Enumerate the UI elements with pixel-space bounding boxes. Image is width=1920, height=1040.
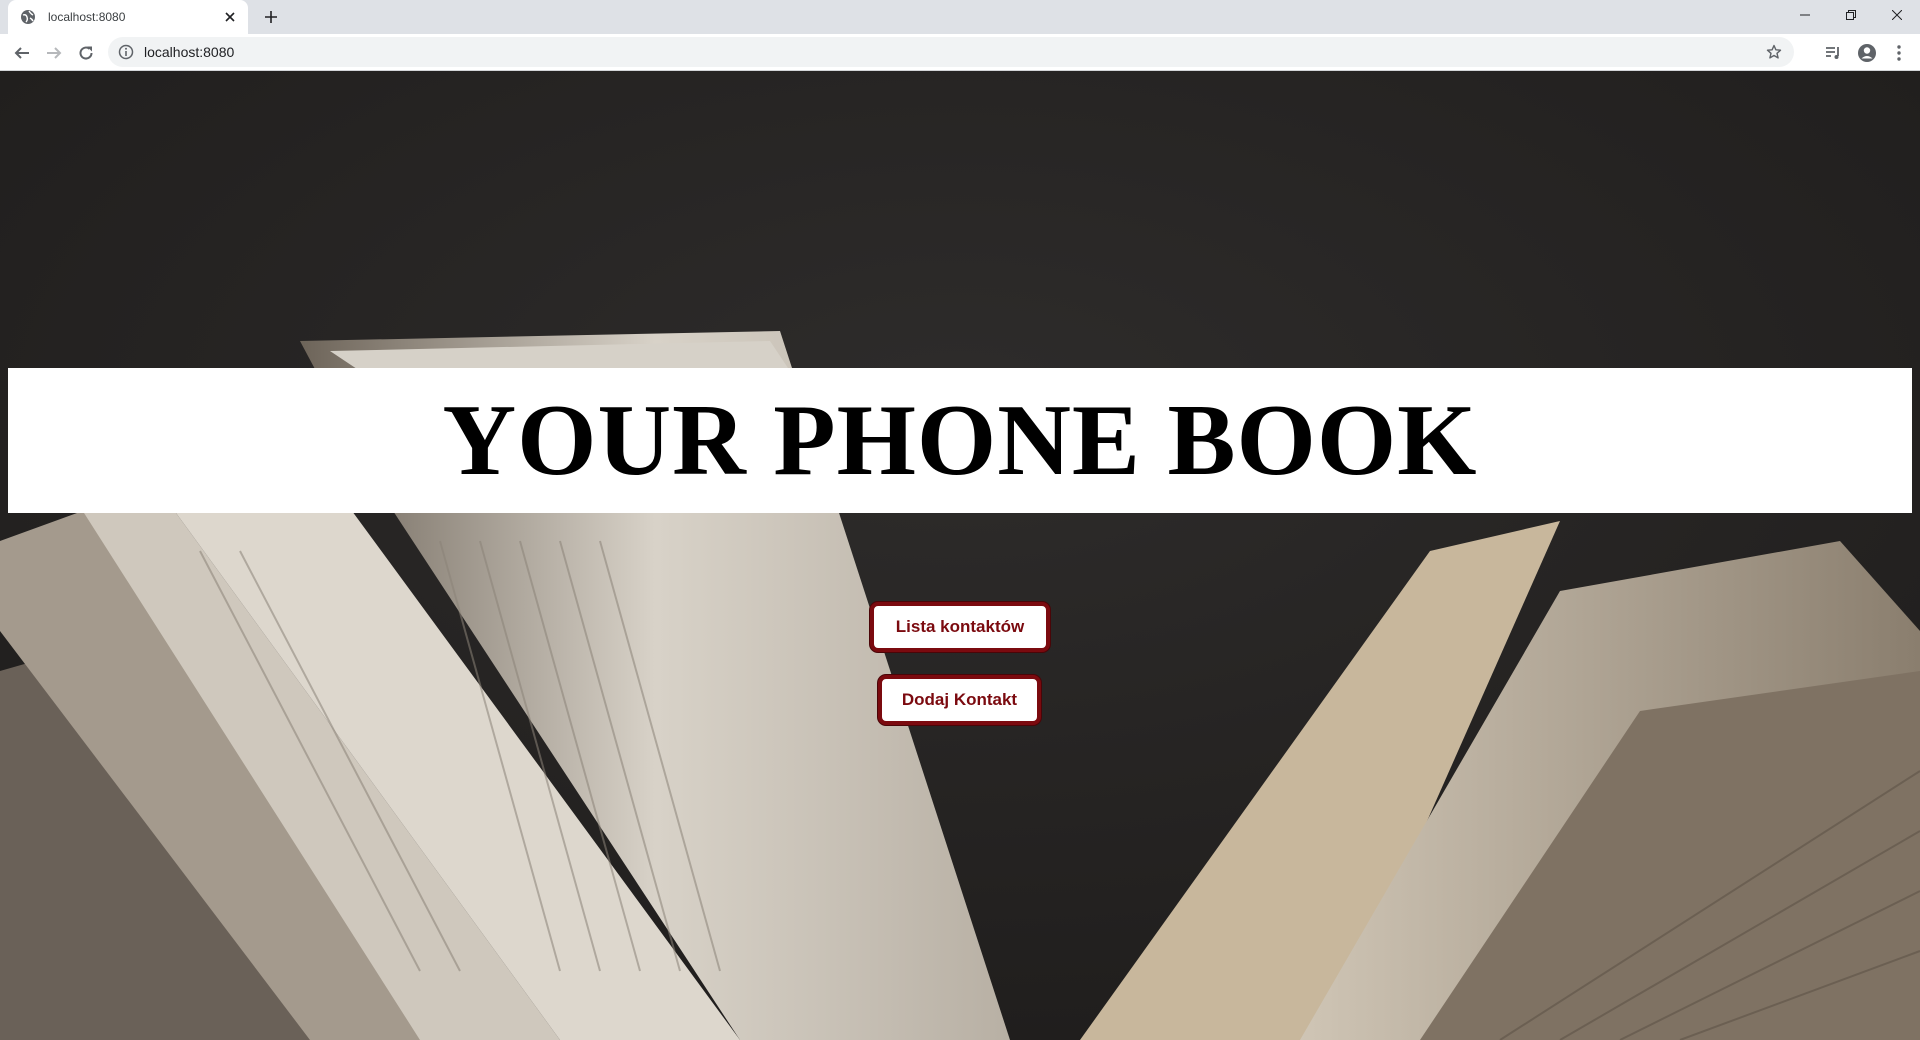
url-text: localhost:8080	[144, 44, 235, 60]
page-title: YOUR PHONE BOOK	[442, 383, 1478, 497]
browser-tab[interactable]: localhost:8080	[8, 0, 248, 34]
profile-icon[interactable]	[1856, 42, 1878, 64]
page-viewport: YOUR PHONE BOOK Lista kontaktów Dodaj Ko…	[0, 71, 1920, 1040]
globe-icon	[20, 9, 36, 25]
title-banner: YOUR PHONE BOOK	[8, 368, 1912, 513]
window-close-icon[interactable]	[1874, 0, 1920, 30]
open-book-background-image	[0, 71, 1920, 1040]
tab-title: localhost:8080	[48, 10, 126, 24]
plus-icon[interactable]	[262, 8, 280, 26]
browser-toolbar: localhost:8080	[0, 34, 1920, 71]
minimize-icon[interactable]	[1782, 0, 1828, 30]
restore-icon[interactable]	[1828, 0, 1874, 30]
add-contact-button[interactable]: Dodaj Kontakt	[878, 675, 1041, 725]
info-icon[interactable]	[118, 44, 134, 60]
reload-icon[interactable]	[75, 42, 97, 64]
contacts-list-button[interactable]: Lista kontaktów	[870, 602, 1050, 652]
tab-strip: localhost:8080	[0, 0, 1920, 34]
close-icon[interactable]	[222, 9, 238, 25]
kebab-menu-icon[interactable]	[1888, 42, 1910, 64]
star-icon[interactable]	[1766, 44, 1782, 60]
arrow-right-icon[interactable]	[43, 42, 65, 64]
arrow-left-icon[interactable]	[11, 42, 33, 64]
media-queue-icon[interactable]	[1822, 42, 1844, 64]
address-bar[interactable]: localhost:8080	[108, 37, 1794, 67]
